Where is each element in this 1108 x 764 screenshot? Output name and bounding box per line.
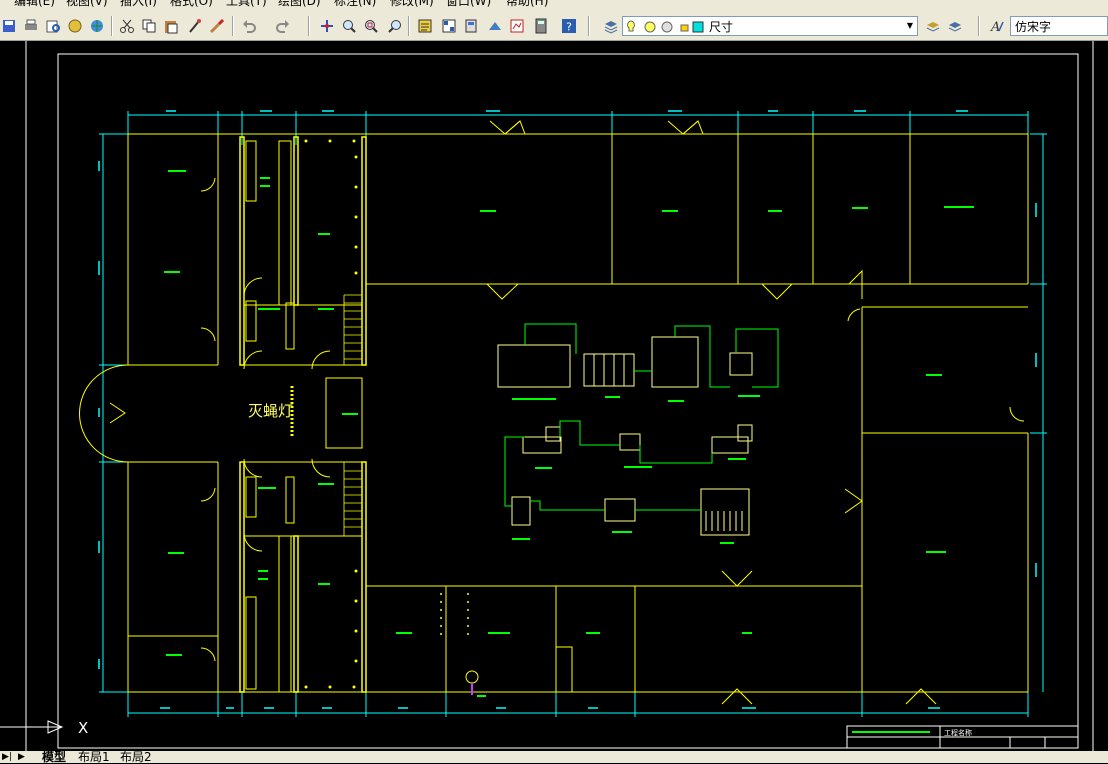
menu-view[interactable]: 视图(V) — [66, 0, 108, 8]
tab-layout2[interactable]: 布局2 — [120, 751, 152, 763]
tab-nav-first-icon[interactable]: ▶| — [2, 751, 12, 763]
layer-manager-icon[interactable] — [602, 17, 620, 35]
layer-name-value: 尺寸 — [709, 20, 734, 34]
calculator-icon[interactable] — [532, 17, 550, 35]
design-center-icon[interactable] — [440, 17, 458, 35]
globe-icon[interactable] — [88, 17, 106, 35]
publish-icon[interactable] — [66, 17, 84, 35]
text-style-value: 仿宋字 — [1015, 20, 1052, 34]
zoom-previous-icon[interactable] — [386, 17, 404, 35]
floor-plan-drawing: 灭蝇灯 X 工程名称 — [0, 41, 1094, 751]
text-style-icon[interactable]: A — [988, 17, 1006, 35]
tab-layout1[interactable]: 布局1 — [78, 751, 110, 763]
menu-format[interactable]: 格式(O) — [170, 0, 213, 8]
equipment-outlines — [497, 336, 753, 536]
match-properties-icon[interactable] — [186, 17, 204, 35]
print-preview-icon[interactable] — [44, 17, 62, 35]
dashed-partition — [440, 593, 469, 641]
menu-dimension[interactable]: 标注(N) — [334, 0, 376, 8]
menu-window[interactable]: 窗口(W) — [446, 0, 491, 8]
menu-tools[interactable]: 工具(T) — [226, 0, 267, 8]
drain-symbol — [465, 670, 479, 695]
tab-model[interactable]: 模型 — [42, 751, 66, 763]
make-layer-current-icon[interactable] — [924, 17, 942, 35]
dimension-lines — [99, 111, 1047, 717]
zoom-window-icon[interactable] — [362, 17, 380, 35]
tab-nav-last-icon[interactable]: ▶ — [18, 751, 25, 763]
copy-icon[interactable] — [140, 17, 158, 35]
brush-icon[interactable] — [208, 17, 226, 35]
process-flow-lines — [504, 323, 779, 511]
help-icon[interactable]: ? — [560, 17, 578, 35]
ucs-icon: X — [0, 719, 88, 737]
chevron-down-icon[interactable]: ▼ — [903, 17, 917, 35]
zoom-realtime-icon[interactable] — [340, 17, 358, 35]
layer-state-icons — [627, 20, 704, 33]
redo-icon[interactable] — [274, 17, 292, 35]
cut-icon[interactable] — [118, 17, 136, 35]
sheet-border — [25, 41, 1094, 751]
fly-lamp-label: 灭蝇灯 — [248, 402, 293, 420]
menu-insert[interactable]: 插入(I) — [120, 0, 157, 8]
text-style-combo[interactable]: 仿宋字 — [1010, 16, 1108, 36]
menu-modify[interactable]: 修改(M) — [390, 0, 434, 8]
menu-help[interactable]: 帮助(H) — [506, 0, 548, 8]
markup-icon[interactable] — [508, 17, 526, 35]
layer-combo[interactable]: 尺寸 ▼ — [622, 16, 918, 36]
paste-icon[interactable] — [162, 17, 180, 35]
menu-edit[interactable]: 编辑(E) — [14, 0, 55, 8]
layer-previous-icon[interactable] — [946, 17, 964, 35]
ucs-x-label: X — [78, 719, 88, 737]
menu-draw[interactable]: 绘图(D) — [278, 0, 321, 8]
undo-icon[interactable] — [240, 17, 258, 35]
drawing-canvas[interactable]: 灭蝇灯 X 工程名称 — [0, 41, 1108, 751]
svg-text:A: A — [990, 20, 1000, 34]
title-block-label: 工程名称 — [944, 728, 972, 737]
walls — [79, 120, 1029, 705]
svg-text:?: ? — [566, 21, 572, 34]
pan-icon[interactable] — [318, 17, 336, 35]
standard-toolbar: ? 尺寸 ▼ A 仿宋字 — [0, 8, 1108, 41]
menu-bar: 编辑(E) 视图(V) 插入(I) 格式(O) 工具(T) 绘图(D) 标注(N… — [0, 0, 1108, 8]
layout-tab-bar: ▶| ▶ 模型 布局1 布局2 — [0, 751, 1108, 763]
save-icon[interactable] — [0, 17, 18, 35]
print-icon[interactable] — [22, 17, 40, 35]
sheet-set-icon[interactable] — [486, 17, 504, 35]
tool-palette-icon[interactable] — [462, 17, 480, 35]
room-label-marks — [164, 170, 974, 697]
properties-icon[interactable] — [416, 17, 434, 35]
